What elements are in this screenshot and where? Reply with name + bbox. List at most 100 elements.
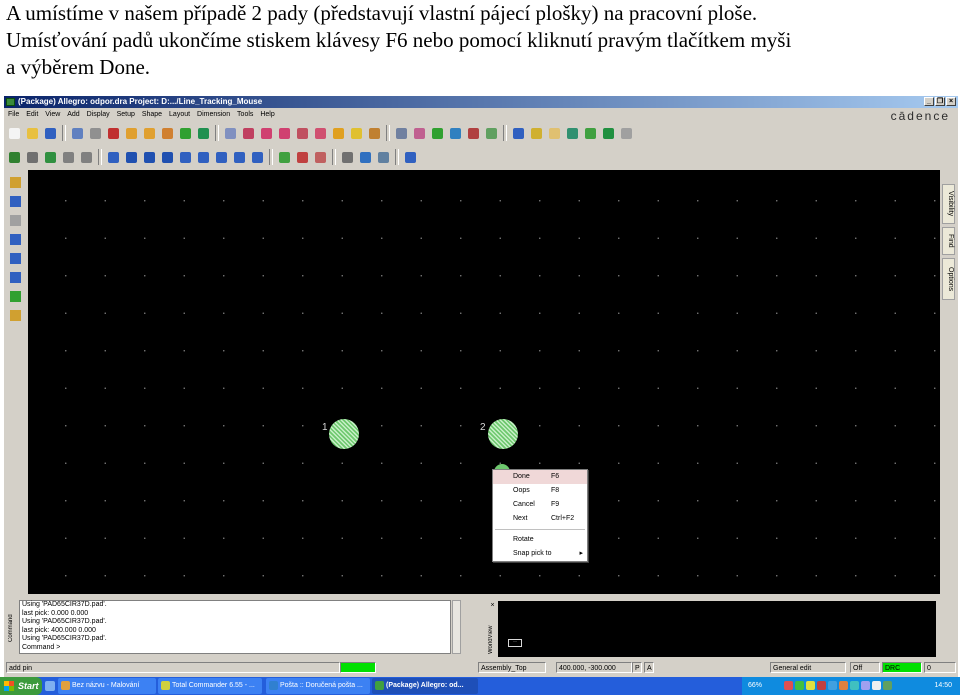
- add-via-button[interactable]: [7, 288, 24, 305]
- zoom-points-button[interactable]: [222, 125, 239, 142]
- tray-icon[interactable]: [883, 681, 892, 690]
- menu-file[interactable]: File: [8, 108, 19, 121]
- worldview-close-icon[interactable]: ×: [488, 601, 497, 610]
- taskbar-item-mail[interactable]: Pošta :: Doručená pošta ...: [266, 678, 370, 694]
- open-button[interactable]: [24, 125, 41, 142]
- context-menu-item-oops[interactable]: Oops F8: [493, 484, 587, 498]
- box2-button[interactable]: [231, 149, 248, 166]
- highlight-button[interactable]: [465, 125, 482, 142]
- edit-shape-button[interactable]: [249, 149, 266, 166]
- delete-button[interactable]: [105, 125, 122, 142]
- zoom-prev-button[interactable]: [294, 125, 311, 142]
- rect-button[interactable]: [7, 269, 24, 286]
- move-button[interactable]: [69, 125, 86, 142]
- pad-2[interactable]: [488, 419, 518, 449]
- square-button[interactable]: [123, 149, 140, 166]
- timer-button[interactable]: [564, 125, 581, 142]
- menu-help[interactable]: Help: [260, 108, 274, 121]
- draw-line-button[interactable]: [7, 250, 24, 267]
- status-layer[interactable]: Assembly_Top: [478, 662, 546, 673]
- tray-icon[interactable]: [795, 681, 804, 690]
- tray-icon[interactable]: [872, 681, 881, 690]
- circle-button[interactable]: [141, 149, 158, 166]
- context-menu-item-next[interactable]: Next Ctrl+F2: [493, 512, 587, 526]
- sel-button[interactable]: [78, 149, 95, 166]
- monitor-button[interactable]: [276, 149, 293, 166]
- menu-tools[interactable]: Tools: [237, 108, 253, 121]
- f1-help-button[interactable]: [600, 125, 617, 142]
- minimize-button[interactable]: _: [924, 97, 934, 106]
- command-scrollbar[interactable]: [452, 600, 461, 654]
- script-button[interactable]: [375, 149, 392, 166]
- pad-stack-button[interactable]: [105, 149, 122, 166]
- undo-button[interactable]: [123, 125, 140, 142]
- design-canvas[interactable]: 1 2: [28, 170, 940, 594]
- quick-launch-icon[interactable]: [45, 681, 55, 691]
- pad-1[interactable]: [329, 419, 359, 449]
- status-p[interactable]: P: [632, 662, 642, 673]
- 3d-view-button[interactable]: [348, 125, 365, 142]
- tray-icon[interactable]: [828, 681, 837, 690]
- box-button[interactable]: [213, 149, 230, 166]
- help-button[interactable]: [402, 149, 419, 166]
- grid-button[interactable]: [393, 125, 410, 142]
- dim-button[interactable]: [294, 149, 311, 166]
- maximize-button[interactable]: ❐: [935, 97, 945, 106]
- rect-shape-button[interactable]: [177, 149, 194, 166]
- dehighlight-button[interactable]: [483, 125, 500, 142]
- menu-add[interactable]: Add: [67, 108, 79, 121]
- flat-view-button[interactable]: [366, 125, 383, 142]
- menu-edit[interactable]: Edit: [26, 108, 38, 121]
- edit-text-button[interactable]: [7, 307, 24, 324]
- zoom-in-button[interactable]: [258, 125, 275, 142]
- taskbar-item-paint[interactable]: Bez názvu - Malování: [58, 678, 156, 694]
- context-menu-item-snap-pick-to[interactable]: Snap pick to ▸: [493, 547, 587, 561]
- context-menu-item-cancel[interactable]: Cancel F9: [493, 498, 587, 512]
- tray-icon[interactable]: [806, 681, 815, 690]
- zoom-world-button[interactable]: [312, 125, 329, 142]
- rotate-button[interactable]: [159, 125, 176, 142]
- drc-off-button[interactable]: [24, 149, 41, 166]
- properties-button[interactable]: [528, 125, 545, 142]
- menu-shape[interactable]: Shape: [142, 108, 162, 121]
- tray-icon[interactable]: [839, 681, 848, 690]
- menu-view[interactable]: View: [45, 108, 60, 121]
- context-menu-item-rotate[interactable]: Rotate: [493, 533, 587, 547]
- worldview-panel[interactable]: ··: [498, 601, 936, 657]
- add-pin-button[interactable]: [7, 212, 24, 229]
- menu-display[interactable]: Display: [87, 108, 110, 121]
- new-button[interactable]: [6, 125, 23, 142]
- net-button[interactable]: [60, 149, 77, 166]
- shape-button[interactable]: [159, 149, 176, 166]
- zoom-fit-button[interactable]: [240, 125, 257, 142]
- shadow-button[interactable]: [429, 125, 446, 142]
- close-button[interactable]: ×: [946, 97, 956, 106]
- menu-setup[interactable]: Setup: [117, 108, 135, 121]
- tray-icon[interactable]: [817, 681, 826, 690]
- camera-button[interactable]: [339, 149, 356, 166]
- color-button[interactable]: [411, 125, 428, 142]
- start-button[interactable]: Start: [0, 677, 42, 695]
- db-button[interactable]: [618, 125, 635, 142]
- menu-layout[interactable]: Layout: [169, 108, 190, 121]
- save-button[interactable]: [42, 125, 59, 142]
- dim2-button[interactable]: [312, 149, 329, 166]
- taskbar-item-total-commander[interactable]: Total Commander 6.55 - ...: [158, 678, 262, 694]
- redo-button[interactable]: [141, 125, 158, 142]
- tab-options[interactable]: Options: [942, 258, 955, 300]
- cross-button[interactable]: [42, 149, 59, 166]
- context-menu-item-done[interactable]: Done F6: [493, 470, 587, 484]
- push-pin-button[interactable]: [195, 125, 212, 142]
- windows-button[interactable]: [357, 149, 374, 166]
- worldview-viewport[interactable]: ··: [508, 639, 522, 647]
- menu-dimension[interactable]: Dimension: [197, 108, 230, 121]
- drc-button[interactable]: [6, 149, 23, 166]
- status-a[interactable]: A: [644, 662, 654, 673]
- zoom-out-button[interactable]: [276, 125, 293, 142]
- taskbar-item-allegro[interactable]: (Package) Allegro: od...: [372, 678, 478, 694]
- title-bar[interactable]: (Package) Allegro: odpor.dra Project: D:…: [4, 96, 958, 108]
- copy-button[interactable]: [87, 125, 104, 142]
- redraw-button[interactable]: [330, 125, 347, 142]
- add-line-button[interactable]: [7, 174, 24, 191]
- add-text-button[interactable]: [7, 193, 24, 210]
